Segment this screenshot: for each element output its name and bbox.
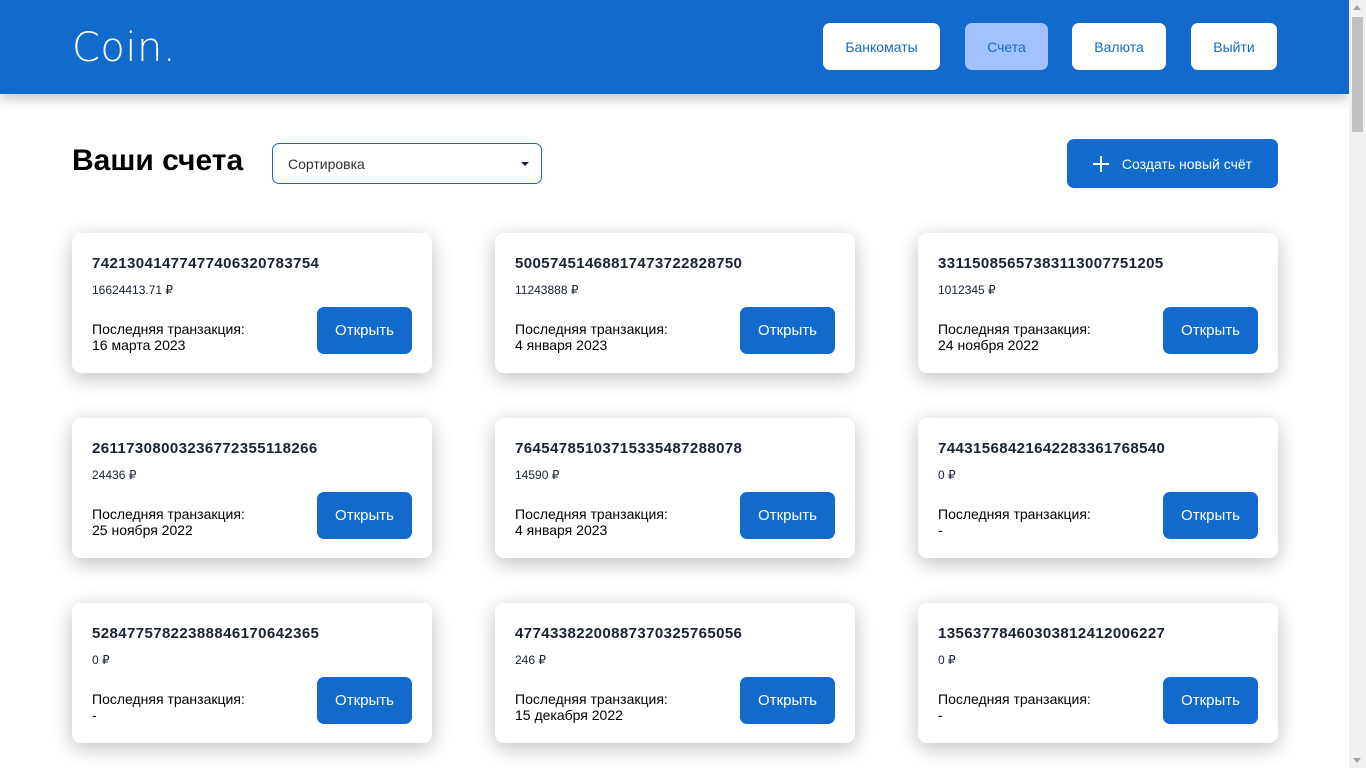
page-scrollbar[interactable] [1349, 0, 1366, 768]
account-balance: 16624413.71 ₽ [92, 283, 174, 297]
logo[interactable]: Coin. [72, 24, 176, 72]
open-account-button[interactable]: Открыть [1163, 307, 1258, 354]
last-transaction-date: 24 ноября 2022 [938, 337, 1039, 353]
account-balance: 14590 ₽ [515, 468, 560, 482]
accounts-grid: 74213041477477406320783754 16624413.71 ₽… [72, 233, 1278, 743]
account-card: 76454785103715335487288078 14590 ₽ После… [495, 418, 855, 558]
app-header: Coin. Банкоматы Счета Валюта Выйти [0, 0, 1349, 94]
open-account-button[interactable]: Открыть [317, 677, 412, 724]
account-number: 33115085657383113007751205 [938, 255, 1164, 272]
last-transaction-date: 25 ноября 2022 [92, 522, 193, 538]
account-number: 50057451468817473722828750 [515, 255, 743, 272]
nav-atms-button[interactable]: Банкоматы [823, 23, 940, 70]
account-card: 13563778460303812412006227 0 ₽ Последняя… [918, 603, 1278, 743]
last-transaction-date: - [92, 707, 97, 723]
last-transaction-label: Последняя транзакция: [938, 691, 1091, 707]
nav-logout-button[interactable]: Выйти [1191, 23, 1277, 70]
last-transaction-label: Последняя транзакция: [92, 321, 245, 337]
last-transaction-label: Последняя транзакция: [938, 321, 1091, 337]
open-account-button[interactable]: Открыть [1163, 492, 1258, 539]
scroll-up-arrow-icon[interactable] [1353, 5, 1361, 10]
last-transaction-label: Последняя транзакция: [515, 506, 668, 522]
last-transaction-date: 4 января 2023 [515, 522, 608, 538]
page-title: Ваши счета [72, 144, 244, 177]
open-account-button[interactable]: Открыть [317, 307, 412, 354]
account-card: 26117308003236772355118266 24436 ₽ После… [72, 418, 432, 558]
last-transaction-date: 4 января 2023 [515, 337, 608, 353]
last-transaction-label: Последняя транзакция: [515, 321, 668, 337]
last-transaction-date: - [938, 522, 943, 538]
create-account-label: Создать новый счёт [1121, 155, 1253, 172]
sort-select[interactable]: Сортировка [272, 143, 542, 184]
account-balance: 0 ₽ [938, 468, 956, 482]
open-account-button[interactable]: Открыть [740, 307, 835, 354]
open-account-button[interactable]: Открыть [1163, 677, 1258, 724]
account-number: 26117308003236772355118266 [92, 440, 318, 457]
last-transaction-label: Последняя транзакция: [92, 506, 245, 522]
account-number: 13563778460303812412006227 [938, 625, 1166, 642]
scroll-thumb[interactable] [1352, 17, 1363, 132]
open-account-button[interactable]: Открыть [740, 492, 835, 539]
last-transaction-date: - [938, 707, 943, 723]
plus-icon [1092, 155, 1109, 172]
last-transaction-date: 15 декабря 2022 [515, 707, 623, 723]
account-balance: 24436 ₽ [92, 468, 137, 482]
scroll-down-arrow-icon[interactable] [1353, 758, 1361, 763]
account-number: 74431568421642283361768540 [938, 440, 1166, 457]
account-number: 74213041477477406320783754 [92, 255, 320, 272]
account-card: 52847757822388846170642365 0 ₽ Последняя… [72, 603, 432, 743]
last-transaction-label: Последняя транзакция: [92, 691, 245, 707]
last-transaction-label: Последняя транзакция: [515, 691, 668, 707]
open-account-button[interactable]: Открыть [740, 677, 835, 724]
last-transaction-label: Последняя транзакция: [938, 506, 1091, 522]
account-balance: 246 ₽ [515, 653, 546, 667]
nav-accounts-button[interactable]: Счета [965, 23, 1048, 70]
account-card: 74431568421642283361768540 0 ₽ Последняя… [918, 418, 1278, 558]
account-card: 33115085657383113007751205 1012345 ₽ Пос… [918, 233, 1278, 373]
account-card: 74213041477477406320783754 16624413.71 ₽… [72, 233, 432, 373]
last-transaction-date: 16 марта 2023 [92, 337, 186, 353]
nav-currency-button[interactable]: Валюта [1072, 23, 1166, 70]
chevron-down-icon [521, 162, 529, 166]
create-account-button[interactable]: Создать новый счёт [1067, 139, 1278, 188]
account-number: 52847757822388846170642365 [92, 625, 320, 642]
account-balance: 11243888 ₽ [515, 283, 579, 297]
account-number: 76454785103715335487288078 [515, 440, 743, 457]
account-balance: 0 ₽ [938, 653, 956, 667]
account-card: 50057451468817473722828750 11243888 ₽ По… [495, 233, 855, 373]
account-card: 47743382200887370325765056 246 ₽ Последн… [495, 603, 855, 743]
account-balance: 1012345 ₽ [938, 283, 996, 297]
account-number: 47743382200887370325765056 [515, 625, 743, 642]
sort-select-value: Сортировка [288, 156, 365, 172]
open-account-button[interactable]: Открыть [317, 492, 412, 539]
account-balance: 0 ₽ [92, 653, 110, 667]
